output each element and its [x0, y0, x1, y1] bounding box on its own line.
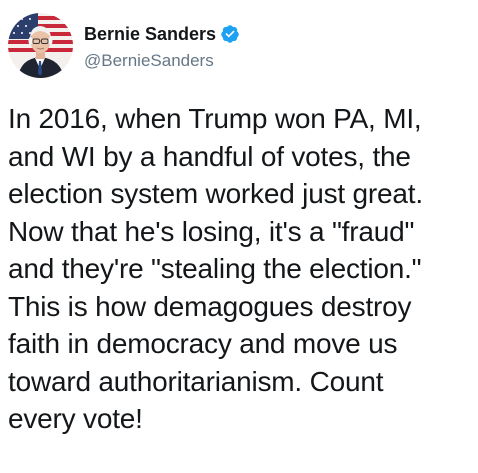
tweet-card: Bernie Sanders @BernieSanders In 2016, w…: [0, 0, 478, 473]
avatar[interactable]: [8, 13, 73, 78]
tweet-header: Bernie Sanders @BernieSanders: [8, 13, 240, 83]
user-handle[interactable]: @BernieSanders: [84, 51, 240, 71]
tweet-text: In 2016, when Trump won PA, MI, and WI b…: [8, 103, 423, 434]
author-info: Bernie Sanders @BernieSanders: [84, 13, 240, 71]
avatar-photo: [8, 13, 73, 78]
display-name[interactable]: Bernie Sanders: [84, 24, 216, 45]
verified-badge-icon: [220, 24, 240, 44]
display-name-row: Bernie Sanders: [84, 23, 240, 45]
